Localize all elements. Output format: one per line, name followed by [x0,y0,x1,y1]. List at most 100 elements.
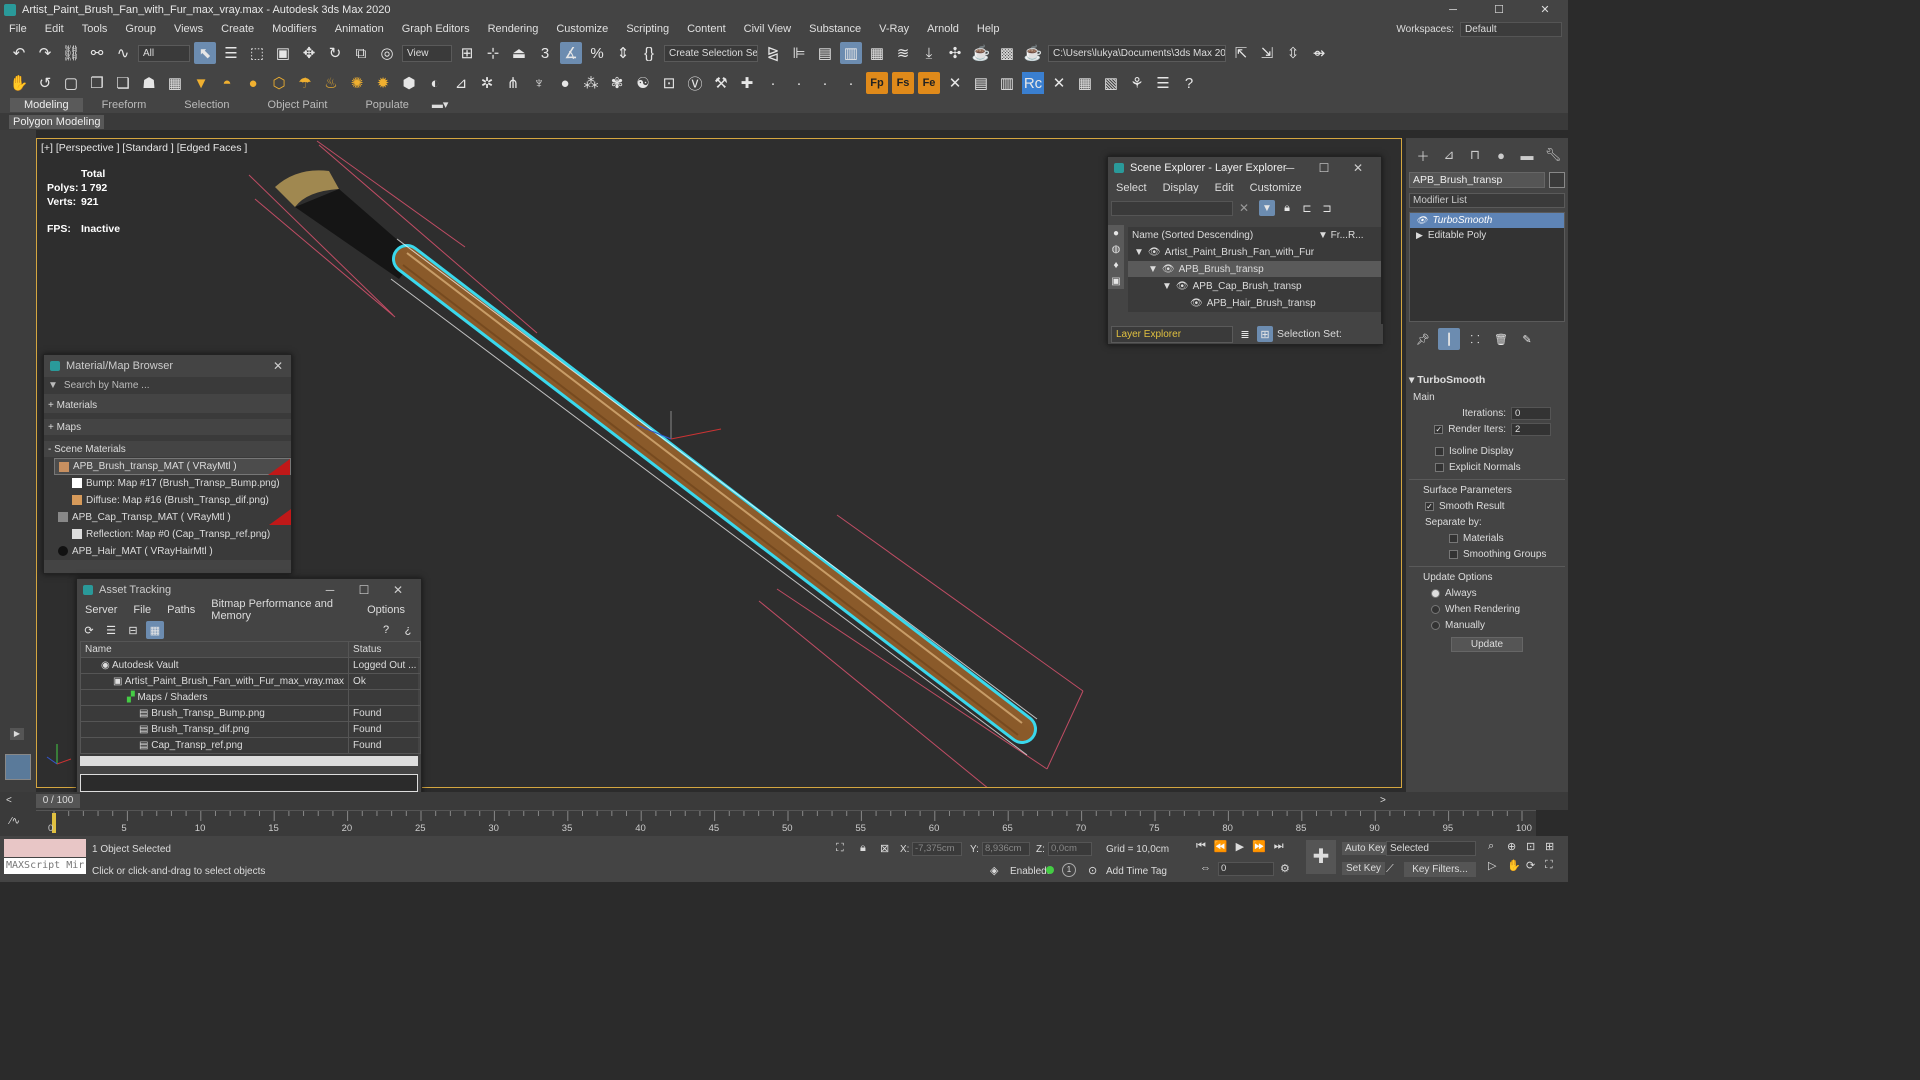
table-row[interactable]: ▞ Maps / Shaders [79,689,422,706]
ribbon-options-icon[interactable]: ▬▾ [428,98,453,111]
prev-frame-icon[interactable]: ⏪ [1214,840,1228,853]
menu-scripting[interactable]: Scripting [617,23,678,35]
stack-item-turbosmooth[interactable]: 👁︎ TurboSmooth [1410,213,1564,228]
search-options-icon[interactable]: ▼ [48,380,58,391]
group-scene-materials[interactable]: - Scene Materials [44,441,291,458]
eye-icon[interactable]: 👁︎ [1190,298,1203,309]
go-end-icon[interactable]: ⏭ [1274,840,1284,853]
vfb-icon[interactable]: ⊡ [658,72,680,94]
add-time-tag[interactable]: Add Time Tag [1106,866,1167,877]
set-key-big-button[interactable]: ✚ [1306,840,1336,874]
menu-rendering[interactable]: Rendering [479,23,548,35]
light-mesh-icon[interactable]: ♨ [320,72,342,94]
configure-sets-icon[interactable]: ✎ [1516,328,1538,350]
time-config-icon[interactable]: ⚙ [1280,862,1290,875]
menu-file[interactable]: File [0,23,36,35]
ref-coord-dropdown[interactable]: View [402,44,452,62]
spin-icon[interactable]: ↺ [34,72,56,94]
tab-selection[interactable]: Selection [165,99,248,111]
maximize-icon[interactable]: ☐ [1307,161,1341,175]
fov-icon[interactable]: ▷ [1488,859,1507,872]
light-omni-icon[interactable]: ▼ [190,72,212,94]
isoline-checkbox[interactable] [1435,446,1444,456]
se-col-freeze[interactable]: ▼ Fr... [1318,230,1348,241]
link-icon[interactable]: ⛓ [60,42,82,64]
workspace-selector[interactable]: Workspaces: Default [1396,20,1562,38]
update-button[interactable]: Update [1451,637,1523,652]
iterations-spinner[interactable]: 0 [1511,406,1551,420]
materials-checkbox[interactable] [1449,533,1458,543]
tab-object-paint[interactable]: Object Paint [249,99,347,111]
se-search-input[interactable] [1111,200,1233,216]
rollout-title[interactable]: ▾ TurboSmooth [1409,374,1565,386]
at-menu-file[interactable]: File [133,604,151,616]
x-coordinate-field[interactable]: -7,375cm [912,842,962,856]
menu-create[interactable]: Create [212,23,263,35]
eye-icon[interactable]: 👁︎ [1176,281,1189,292]
time-slider-handle[interactable]: 0 / 100 [36,794,80,808]
spinner-snap-icon[interactable]: ⇕ [612,42,634,64]
bind-spacewarp-icon[interactable]: ∿ [112,42,134,64]
expand-arrow-icon[interactable]: ▼ [1134,247,1144,258]
menu-graph-editors[interactable]: Graph Editors [393,23,479,35]
fs-icon[interactable]: Fs [892,72,914,94]
at-menu-server[interactable]: Server [85,604,117,616]
remove-modifier-icon[interactable]: 🗑︎ [1490,328,1512,350]
fe-icon[interactable]: Fe [918,72,940,94]
maxscript-input[interactable]: MAXScript Mir [4,858,86,874]
fire-icon[interactable]: ♆ [528,72,550,94]
lock-icon[interactable]: 🔒︎ [1279,197,1295,219]
material-search[interactable]: ▼ Search by Name ... [44,377,291,394]
zoom-extents-icon[interactable]: ⊡ [1526,840,1545,853]
pan-icon[interactable]: ✋ [1507,859,1526,872]
render-icon[interactable]: ☕ [1022,42,1044,64]
orbit-icon[interactable]: ⟳ [1526,859,1545,872]
tab-populate[interactable]: Populate [346,99,427,111]
zoom-icon[interactable]: ⌕ [1488,840,1507,853]
pivot-icon[interactable]: ⊞ [456,42,478,64]
keyboard-shortcut-icon[interactable]: ⏏ [508,42,530,64]
pin-stack-icon[interactable]: 📌︎ [1412,328,1434,350]
sun-icon[interactable]: ✺ [346,72,368,94]
project-icon-1[interactable]: ⇱ [1230,42,1252,64]
at-menu-paths[interactable]: Paths [167,604,195,616]
zoom-all-icon[interactable]: ⊕ [1507,840,1526,853]
filter-icon[interactable]: ▼ [1259,200,1275,216]
scatter-icon[interactable]: ✲ [476,72,498,94]
boxes-icon[interactable]: ❏ [112,72,134,94]
isoline-row[interactable]: Isoline Display [1409,443,1565,459]
toggle-scene-explorer-icon[interactable]: ▤ [814,42,836,64]
schematic-view-icon[interactable]: ⤓ [918,42,940,64]
select-manipulate-icon[interactable]: ⊹ [482,42,504,64]
selection-lock-icon[interactable]: 🔒︎ [860,842,866,855]
explicit-normals-checkbox[interactable] [1435,462,1444,472]
select-by-name-icon[interactable]: ☰ [220,42,242,64]
maxscript-listener-pink[interactable] [4,839,86,857]
mirror-icon[interactable]: ⧎ [762,42,784,64]
select-object-icon[interactable]: ⬉ [194,42,216,64]
map-item[interactable]: Diffuse: Map #16 (Brush_Transp_dif.png) [68,492,291,509]
maximize-icon[interactable]: ☐ [347,583,381,597]
selection-set-dropdown[interactable]: Create Selection Se [664,44,758,62]
undo-icon[interactable]: ↶ [8,42,30,64]
materials-row[interactable]: Materials [1409,530,1565,546]
always-radio[interactable] [1431,588,1440,598]
eye-icon[interactable]: 👁︎ [1162,264,1175,275]
tools-icon[interactable]: ✕ [944,72,966,94]
close-icon[interactable]: ✕ [273,359,283,373]
chart-icon[interactable]: ⚘ [1126,72,1148,94]
time-next-icon[interactable]: > [1380,795,1386,806]
eye-icon[interactable]: 👁︎ [1148,247,1161,258]
expand-arrow-icon[interactable]: ▶ [10,728,24,740]
expand-arrow-icon[interactable]: ▶ [1416,228,1423,243]
scale-icon[interactable]: ⧉ [350,42,372,64]
minimize-icon[interactable]: ─ [1273,161,1307,175]
box-icon[interactable]: ▢ [60,72,82,94]
menu-content[interactable]: Content [678,23,735,35]
map-item[interactable]: Bump: Map #17 (Brush_Transp_Bump.png) [68,475,291,492]
clear-search-icon[interactable]: ✕ [1233,197,1255,219]
group-materials[interactable]: + Materials [44,397,291,414]
ambient-light-icon[interactable]: ✹ [372,72,394,94]
object-name-field[interactable]: APB_Brush_transp [1409,172,1545,188]
help-icon[interactable]: ? [1178,72,1200,94]
